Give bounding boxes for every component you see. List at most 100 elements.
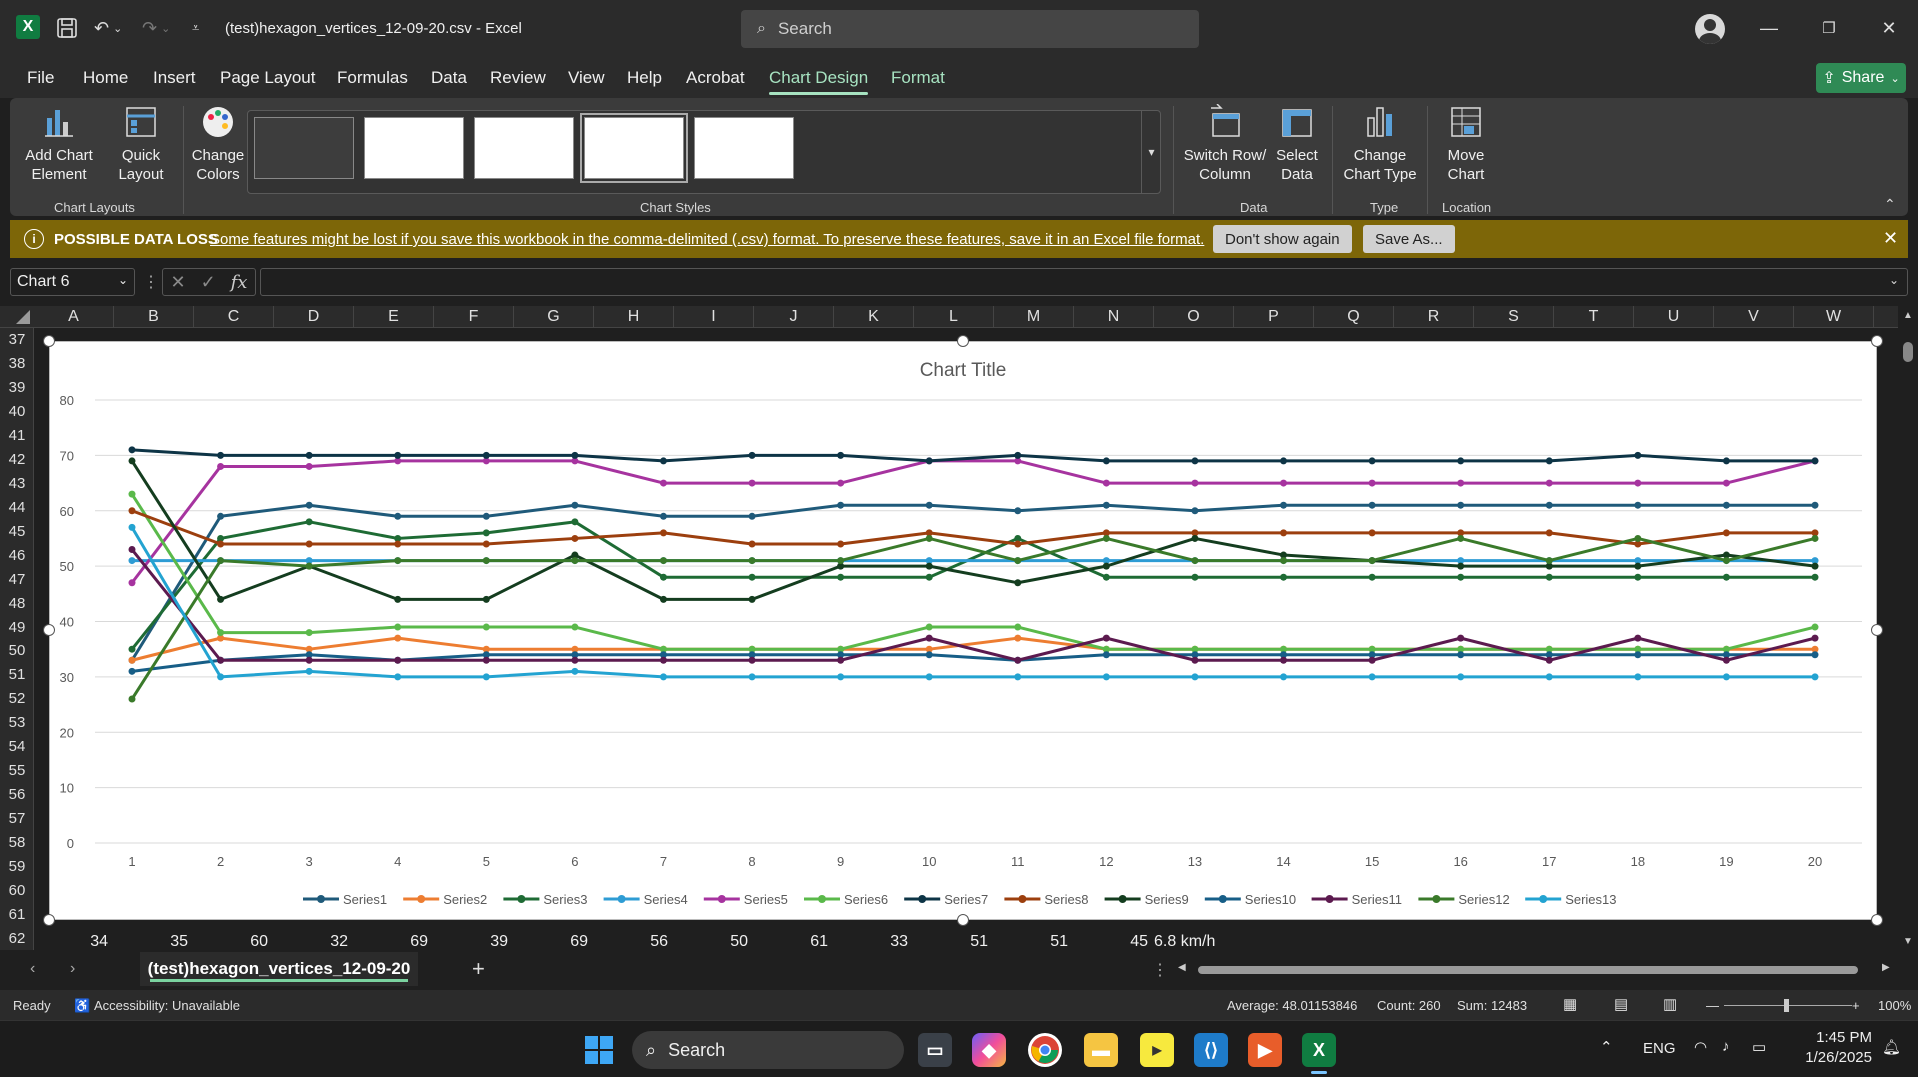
wifi-icon[interactable]: ◠ [1694,1038,1707,1056]
minimize-icon[interactable]: — [1746,14,1792,42]
chart-style-4[interactable] [580,113,688,183]
row-header[interactable]: 54 [0,735,34,759]
row-header[interactable]: 46 [0,543,34,567]
resize-handle[interactable] [957,914,969,926]
redo-icon[interactable]: ↷ ⌄ [142,14,170,42]
cell-value[interactable]: 51 [994,933,1068,951]
cell-value[interactable]: 32 [274,933,348,951]
tab-format[interactable]: Format [891,68,945,88]
add-chart-element-button[interactable]: Add Chart Element [22,104,96,184]
column-header[interactable]: R [1394,306,1474,328]
cell-value[interactable]: 39 [434,933,508,951]
zoom-out-icon[interactable]: — [1706,998,1719,1013]
cancel-icon[interactable]: ✕ [170,272,185,293]
enter-icon[interactable]: ✓ [201,272,216,293]
row-header[interactable]: 60 [0,878,34,902]
clock-time[interactable]: 1:45 PM [1812,1029,1872,1046]
cell-value[interactable]: 50 [674,933,748,951]
battery-icon[interactable]: ▭ [1752,1038,1766,1056]
notification-bell-icon[interactable]: 🔔︎ [1882,1038,1901,1056]
tab-help[interactable]: Help [627,68,662,88]
vertical-scrollbar[interactable]: ▲ ▼ [1898,306,1918,952]
close-icon[interactable]: ✕ [1883,228,1898,249]
media-app-icon[interactable]: ▶ [1248,1033,1282,1067]
row-header[interactable]: 53 [0,711,34,735]
page-break-view-icon[interactable]: ▥ [1663,995,1677,1013]
change-chart-type-button[interactable]: Change Chart Type [1340,104,1420,184]
dont-show-again-button[interactable]: Don't show again [1213,225,1352,253]
column-header[interactable]: O [1154,306,1234,328]
tab-review[interactable]: Review [490,68,546,88]
row-header[interactable]: 38 [0,352,34,376]
change-colors-button[interactable]: Change Colors [190,104,246,184]
chrome-icon[interactable] [1028,1033,1062,1067]
resize-handle[interactable] [43,335,55,347]
scroll-left-icon[interactable]: ◀ [1178,962,1186,973]
resize-handle[interactable] [1871,335,1883,347]
resize-handle[interactable] [957,335,969,347]
horizontal-scrollbar[interactable]: ◀ ▶ [1178,962,1894,978]
next-sheet-icon[interactable]: › [70,960,75,978]
accessibility-status[interactable]: Accessibility: Unavailable [94,998,240,1013]
tab-acrobat[interactable]: Acrobat [686,68,745,88]
cell-value[interactable]: 6.8 km/h [1154,933,1234,951]
more-options-icon[interactable]: ⋮ [1152,960,1168,980]
tab-chart-design[interactable]: Chart Design [769,68,869,95]
tab-view[interactable]: View [568,68,605,88]
row-header[interactable]: 57 [0,806,34,830]
customize-toolbar-icon[interactable]: ⩡ [192,14,199,42]
zoom-slider[interactable] [1724,999,1852,1012]
tab-formulas[interactable]: Formulas [337,68,408,88]
show-hidden-icons-icon[interactable]: ⌃ [1600,1038,1613,1056]
row-header[interactable]: 37 [0,328,34,352]
column-header[interactable]: B [114,306,194,328]
column-header[interactable]: L [914,306,994,328]
file-explorer-icon[interactable]: ▬ [1084,1033,1118,1067]
cell-value[interactable]: 45 [1074,933,1148,951]
cell-value[interactable]: 51 [914,933,988,951]
close-icon[interactable]: ✕ [1866,14,1912,42]
name-box[interactable]: Chart 6 ⌄ [10,268,135,296]
cell-value[interactable]: 34 [34,933,108,951]
save-as-button[interactable]: Save As... [1363,225,1455,253]
normal-view-icon[interactable]: ▦ [1563,995,1577,1013]
formula-input[interactable]: ⌄ [260,268,1908,296]
column-header[interactable]: N [1074,306,1154,328]
chart-style-2[interactable] [364,117,464,179]
cell-value[interactable]: 35 [114,933,188,951]
zoom-level[interactable]: 100% [1878,998,1911,1013]
row-header[interactable]: 40 [0,400,34,424]
row-header[interactable]: 47 [0,567,34,591]
task-view-icon[interactable]: ▭ [918,1033,952,1067]
column-header[interactable]: U [1634,306,1714,328]
select-data-button[interactable]: Select Data [1272,104,1322,184]
tab-file[interactable]: File [27,68,54,88]
scroll-thumb[interactable] [1903,342,1913,362]
row-header[interactable]: 41 [0,424,34,448]
row-header[interactable]: 56 [0,783,34,807]
row-header[interactable]: 43 [0,472,34,496]
row-header[interactable]: 39 [0,376,34,400]
column-header[interactable]: G [514,306,594,328]
resize-handle[interactable] [1871,624,1883,636]
avatar[interactable] [1695,14,1725,44]
tab-data[interactable]: Data [431,68,467,88]
row-header[interactable]: 55 [0,759,34,783]
restore-icon[interactable]: ❐ [1806,14,1852,42]
more-styles-icon[interactable]: ▾ [1141,111,1161,193]
chart-style-3[interactable] [474,117,574,179]
more-options-icon[interactable]: ⋮ [143,272,159,292]
undo-icon[interactable]: ↶ ⌄ [94,14,122,42]
column-header[interactable]: I [674,306,754,328]
save-icon[interactable] [56,14,78,42]
resize-handle[interactable] [43,624,55,636]
line-chart[interactable]: Chart Title 0 10 20 30 40 50 60 70 80 1 2 3 4 5 6 7 8 9 10 1… [49,341,1877,920]
chart-style-5[interactable] [694,117,794,179]
move-chart-button[interactable]: Move Chart [1434,104,1498,184]
row-header[interactable]: 51 [0,663,34,687]
row-header[interactable]: 59 [0,854,34,878]
row-header[interactable]: 44 [0,495,34,519]
row-header[interactable]: 62 [0,926,34,950]
column-header[interactable]: H [594,306,674,328]
column-header[interactable]: T [1554,306,1634,328]
